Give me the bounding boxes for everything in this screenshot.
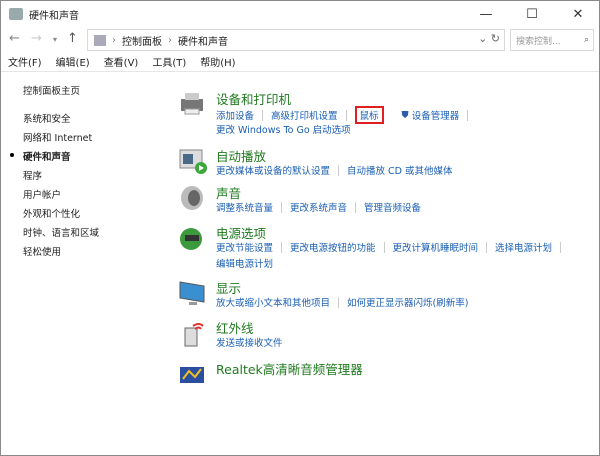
breadcrumb-control-panel[interactable]: 控制面板 (122, 33, 162, 48)
power-icon (180, 228, 202, 250)
sidebar-item-accounts[interactable]: 用户帐户 (23, 187, 61, 201)
speaker-icon (181, 186, 203, 210)
sidebar-item-security[interactable]: 系统和安全 (23, 111, 71, 125)
advanced-printer-link[interactable]: 高级打印机设置 (271, 108, 338, 122)
sleep-time-link[interactable]: 更改计算机睡眠时间 (393, 240, 479, 254)
section-title[interactable]: Realtek高清晰音频管理器 (216, 359, 363, 378)
media-default-link[interactable]: 更改媒体或设备的默认设置 (216, 163, 330, 177)
close-button[interactable]: ✕ (555, 1, 600, 27)
flicker-link[interactable]: 如何更正显示器闪烁(刷新率) (347, 295, 468, 309)
autoplay-cd-link[interactable]: 自动播放 CD 或其他媒体 (347, 163, 453, 177)
audio-devices-link[interactable]: 管理音频设备 (364, 200, 421, 214)
windows-to-go-link[interactable]: 更改 Windows To Go 启动选项 (216, 122, 351, 136)
sidebar-item-programs[interactable]: 程序 (23, 168, 42, 182)
power-saving-link[interactable]: 更改节能设置 (216, 240, 273, 254)
shield-icon: ⛊ (401, 109, 409, 121)
sidebar-item-ease[interactable]: 轻松使用 (23, 244, 61, 258)
up-icon[interactable]: ↑ (67, 31, 78, 46)
sidebar-item-network[interactable]: 网络和 Internet (23, 130, 92, 144)
chevron-right-icon: › (168, 34, 172, 46)
window-title: 硬件和声音 (29, 10, 79, 22)
chevron-right-icon: › (112, 34, 116, 46)
sidebar-item-clock[interactable]: 时钟、语言和区域 (23, 225, 99, 239)
menu-tools[interactable]: 工具(T) (152, 54, 186, 69)
text-size-link[interactable]: 放大或缩小文本和其他项目 (216, 295, 330, 309)
system-sounds-link[interactable]: 更改系统声音 (290, 200, 347, 214)
sidebar-home[interactable]: 控制面板主页 (23, 83, 80, 97)
back-icon[interactable]: ← (9, 31, 20, 46)
printer-icon (181, 93, 203, 115)
mouse-link[interactable]: 鼠标 (354, 106, 384, 124)
title-bar: 硬件和声音 — ☐ ✕ (1, 1, 599, 27)
realtek-icon (180, 367, 204, 383)
search-input[interactable]: 搜索控制... ⌕ (510, 29, 594, 51)
infrared-icon (184, 323, 204, 347)
monitor-icon (179, 281, 205, 305)
search-icon[interactable]: ⌕ (584, 35, 589, 45)
menu-bar: 文件(F) 编辑(E) 查看(V) 工具(T) 帮助(H) (1, 54, 599, 72)
menu-edit[interactable]: 编辑(E) (56, 54, 90, 69)
minimize-button[interactable]: — (463, 1, 509, 27)
current-bullet-icon (10, 153, 14, 157)
sidebar-item-appearance[interactable]: 外观和个性化 (23, 206, 80, 220)
send-receive-link[interactable]: 发送或接收文件 (216, 335, 283, 349)
window: 硬件和声音 — ☐ ✕ ← → ▾ ↑ › 控制面板 › 硬件和声音 ⌄ ↻ 搜… (0, 0, 600, 456)
autoplay-icon (179, 149, 207, 174)
recent-chevron-icon[interactable]: ▾ (53, 35, 57, 44)
menu-view[interactable]: 查看(V) (104, 54, 139, 69)
forward-icon[interactable]: → (31, 31, 42, 46)
choose-plan-link[interactable]: 选择电源计划 (495, 240, 552, 254)
search-placeholder: 搜索控制... (516, 36, 561, 47)
add-device-link[interactable]: 添加设备 (216, 108, 254, 122)
power-button-link[interactable]: 更改电源按钮的功能 (290, 240, 376, 254)
address-bar[interactable]: › 控制面板 › 硬件和声音 ⌄ ↻ (87, 29, 505, 51)
breadcrumb-hardware-sound[interactable]: 硬件和声音 (178, 33, 228, 48)
edit-plan-link[interactable]: 编辑电源计划 (216, 256, 273, 270)
folder-icon (94, 34, 106, 46)
menu-file[interactable]: 文件(F) (8, 54, 42, 69)
menu-help[interactable]: 帮助(H) (200, 54, 235, 69)
control-panel-icon (9, 8, 23, 20)
maximize-button[interactable]: ☐ (509, 1, 555, 27)
refresh-icon[interactable]: ⌄ ↻ (478, 32, 500, 45)
device-manager-link[interactable]: 设备管理器 (412, 108, 460, 122)
volume-link[interactable]: 调整系统音量 (216, 200, 273, 214)
sidebar-item-hardware[interactable]: 硬件和声音 (23, 149, 71, 163)
